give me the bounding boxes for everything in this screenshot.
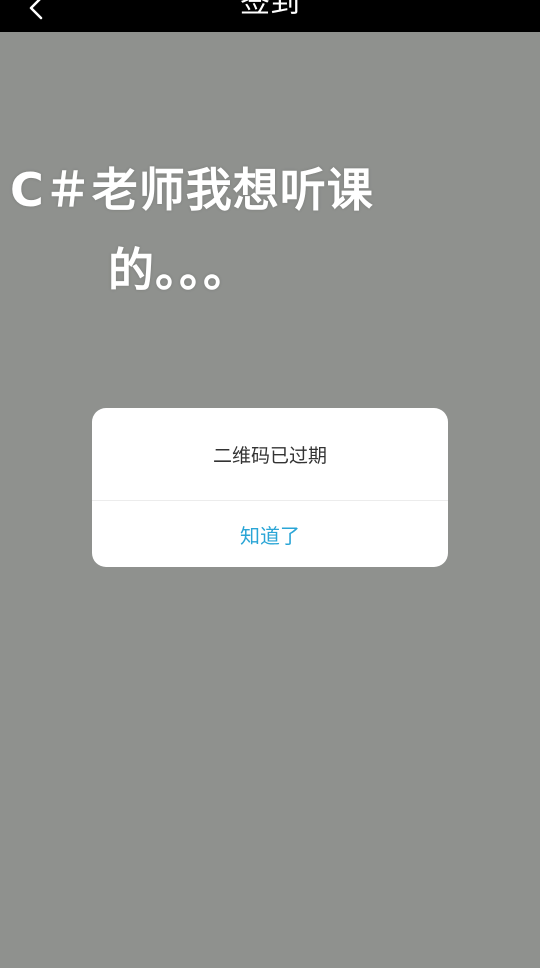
caption-line-1: C＃老师我想听课 bbox=[10, 163, 374, 217]
dialog-message: 二维码已过期 bbox=[212, 444, 327, 467]
alert-dialog: 二维码已过期 知道了 bbox=[92, 408, 448, 567]
confirm-button[interactable]: 知道了 bbox=[92, 501, 448, 567]
caption-line-2: 的。。。 bbox=[108, 243, 250, 297]
page-title: 签到 bbox=[240, 0, 300, 20]
caption-overlay: C＃老师我想听课 的。。。 bbox=[10, 150, 430, 310]
screen: 签到 C＃老师我想听课 的。。。 二维码已过期 知道了 bbox=[0, 0, 540, 968]
nav-bar: 签到 bbox=[0, 0, 540, 32]
